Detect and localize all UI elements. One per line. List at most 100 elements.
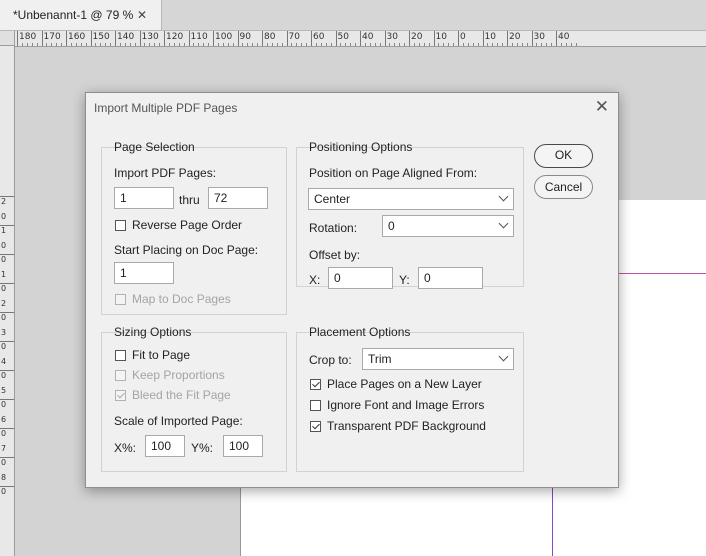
- vertical-ruler[interactable]: 2 0 1 0 0 1 0 2 0 3 0 4 0 5 0 6 0 7 0 8 0: [0, 46, 15, 556]
- ruler-minor-tick: [369, 43, 371, 46]
- ruler-minor-tick: [247, 43, 249, 46]
- close-icon[interactable]: ✕: [595, 97, 609, 117]
- bleed-fit-page-checkbox[interactable]: [115, 390, 126, 401]
- ruler-major-tick: [360, 31, 361, 46]
- ruler-minor-tick: [560, 43, 562, 46]
- chevron-down-icon: [498, 191, 509, 202]
- ruler-minor-tick: [252, 43, 254, 46]
- ruler-minor-tick: [448, 43, 450, 46]
- transparent-bg-checkbox[interactable]: [310, 421, 321, 432]
- ruler-major-tick: [237, 31, 239, 46]
- ruler-minor-tick: [291, 43, 293, 46]
- ruler-minor-tick: [183, 43, 185, 46]
- ruler-minor-tick: [418, 43, 420, 46]
- ruler-minor-tick: [472, 43, 474, 46]
- crop-to-label: Crop to:: [309, 353, 352, 367]
- reverse-order-label: Reverse Page Order: [132, 218, 243, 232]
- ruler-major-tick: [458, 31, 459, 46]
- crop-to-value: Trim: [368, 352, 392, 366]
- map-doc-pages-checkbox[interactable]: [115, 294, 126, 305]
- ruler-minor-tick: [149, 43, 151, 46]
- ruler-tick-label: 0: [1, 487, 7, 496]
- aligned-from-select[interactable]: Center: [308, 188, 514, 210]
- ruler-tick-label: 0: [1, 342, 7, 351]
- ruler-tick-label: 0: [1, 255, 7, 264]
- ruler-minor-tick: [56, 43, 58, 46]
- ruler-tick-label: 120: [166, 32, 184, 42]
- ruler-minor-tick: [110, 43, 112, 46]
- ruler-minor-tick: [168, 43, 170, 46]
- scale-x-label: X%:: [114, 441, 137, 455]
- document-tab[interactable]: *Unbenannt-1 @ 79 % ✕: [0, 0, 162, 30]
- ruler-minor-tick: [70, 43, 72, 46]
- cancel-button[interactable]: Cancel: [534, 175, 593, 199]
- ruler-origin[interactable]: [0, 31, 15, 46]
- ruler-minor-tick: [565, 43, 567, 46]
- ruler-minor-tick: [257, 43, 259, 46]
- ruler-tick-label: 60: [313, 32, 325, 42]
- ignore-errors-checkbox[interactable]: [310, 400, 321, 411]
- rotation-select[interactable]: 0: [382, 215, 514, 237]
- ruler-minor-tick: [428, 43, 430, 46]
- ruler-tick-label: 20: [411, 32, 423, 42]
- ruler-tick-label: 90: [239, 32, 251, 42]
- reverse-order-checkbox[interactable]: [115, 220, 126, 231]
- ruler-major-tick: [482, 31, 484, 46]
- ruler-minor-tick: [374, 43, 376, 46]
- offset-y-input[interactable]: 0: [418, 267, 483, 289]
- close-tab-icon[interactable]: ✕: [137, 8, 147, 22]
- ruler-minor-tick: [80, 43, 82, 46]
- import-pdf-dialog: Import Multiple PDF Pages ✕ Page Selecti…: [85, 92, 619, 488]
- scale-x-input[interactable]: 100: [145, 435, 185, 457]
- ruler-minor-tick: [178, 43, 180, 46]
- rotation-value: 0: [388, 219, 395, 233]
- ruler-minor-tick: [511, 43, 513, 46]
- horizontal-ruler[interactable]: 180 170 160 150 140 130 120 110 100 90 80 70 60 50 40 3…: [15, 31, 706, 47]
- ruler-tick-label: 0: [1, 400, 7, 409]
- ruler-tick-label: 2: [1, 298, 7, 308]
- scale-y-input[interactable]: 100: [223, 435, 263, 457]
- ruler-minor-tick: [46, 43, 48, 46]
- keep-proportions-checkbox[interactable]: [115, 370, 126, 381]
- ruler-major-tick: [139, 31, 141, 46]
- ruler-minor-tick: [119, 43, 121, 46]
- fit-to-page-checkbox[interactable]: [115, 350, 126, 361]
- offset-label: Offset by:: [309, 248, 361, 262]
- ok-button[interactable]: OK: [534, 144, 593, 168]
- ruler-major-tick: [409, 31, 410, 46]
- to-page-input[interactable]: 72: [208, 187, 268, 209]
- transparent-bg-label: Transparent PDF Background: [327, 419, 486, 433]
- crop-to-select[interactable]: Trim: [362, 348, 514, 370]
- ruler-tick-label: 0: [1, 458, 7, 467]
- document-tab-bar: *Unbenannt-1 @ 79 % ✕: [0, 0, 706, 31]
- ruler-tick-label: 10: [435, 32, 447, 42]
- ruler-major-tick: [507, 31, 508, 46]
- ruler-minor-tick: [266, 43, 268, 46]
- margin-guide: [618, 273, 706, 274]
- start-page-label: Start Placing on Doc Page:: [114, 243, 259, 257]
- offset-x-input[interactable]: 0: [328, 267, 393, 289]
- ruler-minor-tick: [198, 43, 200, 46]
- dialog-title: Import Multiple PDF Pages: [94, 101, 238, 115]
- ruler-minor-tick: [203, 43, 205, 46]
- from-page-input[interactable]: 1: [114, 187, 174, 209]
- ruler-minor-tick: [51, 43, 53, 46]
- ruler-tick-label: 0: [1, 284, 7, 293]
- ruler-minor-tick: [301, 43, 303, 46]
- ruler-minor-tick: [61, 43, 63, 46]
- ruler-major-tick: [115, 31, 116, 46]
- ruler-minor-tick: [453, 43, 455, 46]
- ruler-minor-tick: [340, 43, 342, 46]
- ruler-minor-tick: [75, 43, 77, 46]
- new-layer-checkbox[interactable]: [310, 379, 321, 390]
- scale-y-label: Y%:: [191, 441, 214, 455]
- start-page-input[interactable]: 1: [114, 262, 174, 284]
- ruler-minor-tick: [222, 43, 224, 46]
- ruler-minor-tick: [423, 43, 425, 46]
- new-layer-label: Place Pages on a New Layer: [327, 377, 482, 391]
- ruler-minor-tick: [227, 43, 229, 46]
- ruler-tick-label: 5: [1, 385, 7, 395]
- ruler-tick-label: 30: [533, 32, 545, 42]
- ruler-minor-tick: [497, 43, 499, 46]
- ruler-minor-tick: [379, 43, 381, 46]
